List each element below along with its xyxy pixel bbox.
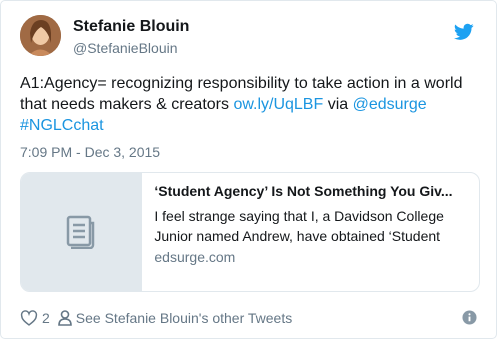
like-count: 2 [42,310,50,326]
person-icon [57,310,72,326]
link-preview-card[interactable]: ‘Student Agency’ Is Not Something You Gi… [20,172,480,292]
tweet-text-mid: via [323,96,353,113]
tweet-text: A1:Agency= recognizing responsibility to… [20,73,480,136]
embedded-tweet: Stefanie Blouin @StefanieBlouin A1:Agenc… [0,0,497,339]
see-other-tweets-label: See Stefanie Blouin's other Tweets [75,310,293,326]
article-icon [66,215,95,249]
twitter-bird-icon[interactable] [454,23,474,41]
user-handle[interactable]: @StefanieBlouin [73,40,178,56]
tweet-timestamp[interactable]: 7:09 PM - Dec 3, 2015 [20,144,160,160]
user-name[interactable]: Stefanie Blouin [73,18,189,36]
card-title: ‘Student Agency’ Is Not Something You Gi… [154,183,453,199]
card-body: ‘Student Agency’ Is Not Something You Gi… [142,173,479,291]
heart-icon [20,310,38,326]
tweet-actions: 2 See Stefanie Blouin's other Tweets [20,307,477,329]
see-other-tweets-link[interactable]: See Stefanie Blouin's other Tweets [57,310,293,326]
card-description: I feel strange saying that I, a Davidson… [154,208,444,244]
hashtag-link[interactable]: #NGLCchat [20,117,104,134]
avatar[interactable] [20,15,61,56]
tweet-link[interactable]: ow.ly/UqLBF [233,96,323,113]
card-thumbnail [21,173,143,291]
info-icon[interactable] [462,310,477,325]
card-domain: edsurge.com [154,249,236,265]
mention-link[interactable]: @edsurge [353,96,427,113]
like-button[interactable]: 2 [20,310,58,326]
